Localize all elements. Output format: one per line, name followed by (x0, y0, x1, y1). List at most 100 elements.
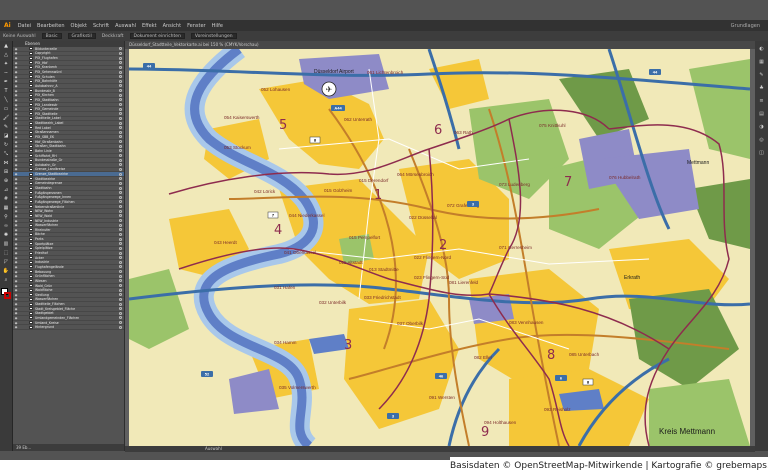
visibility-eye-icon[interactable]: ◉ (13, 167, 19, 171)
artboard-canvas[interactable]: ✈ 1 2 3 4 5 6 7 8 9 Düsseldorf Airport 0… (125, 49, 755, 446)
target-circle-icon[interactable] (119, 149, 122, 153)
target-circle-icon[interactable] (119, 205, 122, 209)
magic-wand-tool-icon[interactable]: ✦ (2, 61, 11, 68)
visibility-eye-icon[interactable]: ◉ (13, 61, 19, 65)
document-tab[interactable]: Düsseldorf_Stadtteile_Vektorkarte.ai bei… (125, 41, 755, 49)
target-circle-icon[interactable] (119, 116, 122, 120)
menu-fenster[interactable]: Fenster (184, 23, 209, 29)
menu-objekt[interactable]: Objekt (68, 23, 90, 29)
target-circle-icon[interactable] (119, 135, 122, 139)
target-circle-icon[interactable] (119, 84, 122, 88)
target-circle-icon[interactable] (119, 228, 122, 232)
visibility-eye-icon[interactable]: ◉ (13, 200, 19, 204)
target-circle-icon[interactable] (119, 154, 122, 158)
pen-tool-icon[interactable]: ✒ (2, 79, 11, 86)
visibility-eye-icon[interactable]: ◉ (13, 135, 19, 139)
target-circle-icon[interactable] (119, 103, 122, 106)
visibility-eye-icon[interactable]: ◉ (13, 191, 19, 195)
document-setup-button[interactable]: Dokument einrichten (129, 33, 185, 39)
visibility-eye-icon[interactable]: ◉ (13, 149, 19, 153)
target-circle-icon[interactable] (119, 51, 122, 55)
workspace-switcher[interactable]: Grundlagen (731, 23, 768, 29)
target-circle-icon[interactable] (119, 311, 122, 315)
target-circle-icon[interactable] (119, 65, 122, 69)
visibility-eye-icon[interactable]: ◉ (13, 158, 19, 162)
target-circle-icon[interactable] (119, 302, 122, 306)
target-circle-icon[interactable] (119, 70, 122, 74)
target-circle-icon[interactable] (119, 112, 122, 116)
slice-tool-icon[interactable]: ◸ (2, 259, 11, 266)
target-circle-icon[interactable] (119, 126, 122, 130)
visibility-eye-icon[interactable]: ◉ (13, 107, 19, 111)
visibility-eye-icon[interactable]: ◉ (13, 51, 19, 55)
target-circle-icon[interactable] (119, 325, 122, 329)
target-circle-icon[interactable] (119, 279, 122, 283)
rectangle-tool-icon[interactable]: ▭ (2, 106, 11, 113)
target-circle-icon[interactable] (119, 47, 122, 51)
visibility-eye-icon[interactable]: ◉ (13, 274, 19, 278)
preferences-button[interactable]: Voreinstellungen (190, 33, 237, 39)
visibility-eye-icon[interactable]: ◉ (13, 293, 19, 297)
visibility-eye-icon[interactable]: ◉ (13, 270, 19, 274)
target-circle-icon[interactable] (119, 75, 122, 79)
visibility-eye-icon[interactable]: ◉ (13, 121, 19, 125)
visibility-eye-icon[interactable]: ◉ (13, 177, 19, 181)
target-circle-icon[interactable] (119, 61, 122, 65)
swatches-panel-icon[interactable]: ▦ (757, 58, 766, 67)
visibility-eye-icon[interactable]: ◉ (13, 140, 19, 144)
target-circle-icon[interactable] (119, 130, 122, 134)
visibility-eye-icon[interactable]: ◉ (13, 325, 19, 329)
target-circle-icon[interactable] (119, 186, 122, 190)
menu-hilfe[interactable]: Hilfe (209, 23, 226, 29)
target-circle-icon[interactable] (119, 270, 122, 274)
menu-effekt[interactable]: Effekt (139, 23, 160, 29)
visibility-eye-icon[interactable]: ◉ (13, 70, 19, 74)
visibility-eye-icon[interactable]: ◉ (13, 126, 19, 130)
visibility-eye-icon[interactable]: ◉ (13, 246, 19, 250)
target-circle-icon[interactable] (119, 237, 122, 241)
visibility-eye-icon[interactable]: ◉ (13, 79, 19, 83)
line-tool-icon[interactable]: ╲ (2, 97, 11, 104)
target-circle-icon[interactable] (119, 283, 122, 287)
menu-schrift[interactable]: Schrift (90, 23, 112, 29)
target-circle-icon[interactable] (119, 307, 122, 311)
visibility-eye-icon[interactable]: ◉ (13, 209, 19, 213)
target-circle-icon[interactable] (119, 232, 122, 236)
target-circle-icon[interactable] (119, 293, 122, 297)
target-circle-icon[interactable] (119, 191, 122, 195)
visibility-eye-icon[interactable]: ◉ (13, 237, 19, 241)
visibility-eye-icon[interactable]: ◉ (13, 219, 19, 223)
visibility-eye-icon[interactable]: ◉ (13, 163, 19, 167)
visibility-eye-icon[interactable]: ◉ (13, 75, 19, 79)
perspective-grid-tool-icon[interactable]: ⊿ (2, 187, 11, 194)
target-circle-icon[interactable] (119, 144, 122, 148)
rotate-tool-icon[interactable]: ↻ (2, 142, 11, 149)
blend-tool-icon[interactable]: ∞ (2, 223, 11, 230)
opacity-control[interactable]: Deckkraft (102, 34, 124, 39)
visibility-eye-icon[interactable]: ◉ (13, 232, 19, 236)
type-tool-icon[interactable]: T (2, 88, 11, 95)
visibility-eye-icon[interactable]: ◉ (13, 223, 19, 227)
visibility-eye-icon[interactable]: ◉ (13, 130, 19, 134)
mesh-tool-icon[interactable]: # (2, 196, 11, 203)
target-circle-icon[interactable] (119, 158, 122, 162)
visibility-eye-icon[interactable]: ◉ (13, 251, 19, 255)
visibility-eye-icon[interactable]: ◉ (13, 112, 19, 116)
target-circle-icon[interactable] (119, 214, 122, 218)
gradient-tool-icon[interactable]: ▦ (2, 205, 11, 212)
target-circle-icon[interactable] (119, 251, 122, 255)
visibility-eye-icon[interactable]: ◉ (13, 116, 19, 120)
symbols-panel-icon[interactable]: ♣ (757, 84, 766, 93)
eraser-tool-icon[interactable]: ◪ (2, 133, 11, 140)
visibility-eye-icon[interactable]: ◉ (13, 103, 19, 107)
visibility-eye-icon[interactable]: ◉ (13, 288, 19, 292)
visibility-eye-icon[interactable]: ◉ (13, 279, 19, 283)
visibility-eye-icon[interactable]: ◉ (13, 84, 19, 88)
target-circle-icon[interactable] (119, 274, 122, 278)
target-circle-icon[interactable] (119, 288, 122, 292)
graphic-style-select[interactable]: Grafikstil (67, 33, 96, 39)
target-circle-icon[interactable] (119, 79, 122, 83)
transparency-panel-icon[interactable]: ◑ (757, 123, 766, 132)
visibility-eye-icon[interactable]: ◉ (13, 186, 19, 190)
layers-panel-icon[interactable]: ◫ (757, 149, 766, 158)
